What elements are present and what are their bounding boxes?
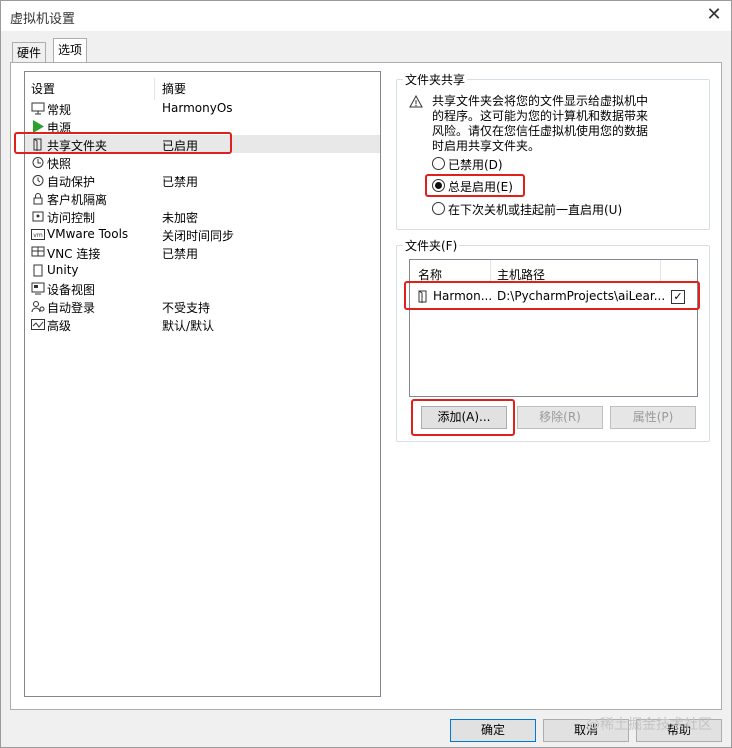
radio-label: 在下次关机或挂起前一直启用(U): [448, 203, 623, 217]
autologin-icon: [31, 301, 45, 313]
list-item-vmware-tools[interactable]: vm VMware Tools 关闭时间同步: [25, 225, 380, 243]
list-item-autoprotect[interactable]: 自动保护 已禁用: [25, 171, 380, 189]
highlight-add-button: [411, 399, 515, 436]
header-setting: 设置: [31, 82, 56, 96]
radio-dot: [432, 202, 445, 215]
item-label: 访问控制: [47, 211, 96, 225]
list-header: 设置 摘要: [25, 78, 380, 100]
list-item-snapshot[interactable]: 快照: [25, 153, 380, 171]
folder-sharing-title: 文件夹共享: [403, 71, 468, 88]
settings-list[interactable]: 设置 摘要 常规 HarmonyOs 电源 共享文件夹 已启用 快照 自动保护 …: [24, 71, 381, 697]
radio-until-poweroff[interactable]: 在下次关机或挂起前一直启用(U): [432, 201, 622, 217]
highlight-folder-row: [404, 281, 700, 310]
list-item-general[interactable]: 常规 HarmonyOs: [25, 99, 380, 117]
item-value: 已禁用: [162, 247, 199, 261]
column-separator: [660, 260, 661, 282]
access-control-icon: [32, 211, 44, 222]
highlight-shared-folders: [14, 132, 232, 154]
list-item-device-view[interactable]: 设备视图: [25, 279, 380, 297]
list-item-guest-isolation[interactable]: 客户机隔离: [25, 189, 380, 207]
snapshot-icon: [32, 157, 44, 168]
item-label: 设备视图: [47, 283, 96, 297]
item-label: Unity: [47, 263, 79, 277]
ok-button[interactable]: 确定: [450, 719, 536, 742]
warning-line: 风险。请仅在您信任虚拟机使用您的数据: [432, 124, 649, 138]
item-value: 已禁用: [162, 175, 199, 189]
item-label: 常规: [47, 103, 72, 117]
window-title: 虚拟机设置: [10, 12, 76, 27]
highlight-always-enabled: [425, 174, 525, 197]
tab-hardware[interactable]: 硬件: [12, 42, 47, 63]
list-item-advanced[interactable]: 高级 默认/默认: [25, 315, 380, 333]
list-item-vnc[interactable]: VNC 连接 已禁用: [25, 243, 380, 261]
column-separator: [490, 260, 491, 282]
tab-options[interactable]: 选项: [53, 38, 88, 63]
general-icon: [31, 102, 45, 115]
item-label: VMware Tools: [47, 227, 129, 241]
list-item-autologin[interactable]: 自动登录 不受支持: [25, 297, 380, 315]
warning-line: 的程序。这可能为您的计算机和数据带来: [432, 109, 649, 123]
close-icon[interactable]: ✕: [697, 1, 731, 31]
column-separator: [154, 78, 155, 100]
sharing-warning-text: 共享文件夹会将您的文件显示给虚拟机中 的程序。这可能为您的计算机和数据带来 风险…: [432, 94, 702, 154]
item-label: 自动登录: [47, 301, 96, 315]
item-value: 不受支持: [162, 301, 211, 315]
list-item-unity[interactable]: Unity: [25, 261, 380, 279]
item-value: 未加密: [162, 211, 199, 225]
item-label: 高级: [47, 319, 72, 333]
warning-line: 时启用共享文件夹。: [432, 139, 541, 153]
item-value: 默认/默认: [162, 319, 215, 333]
remove-folder-button[interactable]: 移除(R): [517, 406, 603, 429]
svg-text:vm: vm: [33, 232, 43, 239]
title-bar: 虚拟机设置 ✕: [1, 1, 731, 31]
radio-label: 已禁用(D): [448, 158, 503, 172]
item-value: HarmonyOs: [162, 101, 233, 115]
folders-table[interactable]: 名称 主机路径 Harmon... D:\PycharmProjects\aiL…: [409, 259, 698, 397]
radio-disabled[interactable]: 已禁用(D): [432, 156, 503, 172]
list-item-access-control[interactable]: 访问控制 未加密: [25, 207, 380, 225]
item-label: 自动保护: [47, 175, 96, 189]
vmware-tools-icon: vm: [31, 229, 45, 240]
item-label: 客户机隔离: [47, 193, 108, 207]
watermark-text: @稀土掘金技术社区: [586, 717, 712, 733]
item-label: VNC 连接: [47, 247, 101, 261]
item-label: 快照: [47, 157, 72, 171]
radio-dot: [432, 157, 445, 170]
header-summary: 摘要: [162, 82, 187, 96]
lock-icon: [33, 193, 43, 205]
item-value: 关闭时间同步: [162, 229, 235, 243]
warning-icon: [409, 95, 423, 108]
vnc-icon: [31, 246, 45, 257]
autoprotect-clock-icon: [32, 175, 44, 186]
warning-line: 共享文件夹会将您的文件显示给虚拟机中: [432, 94, 649, 108]
device-view-icon: [31, 282, 45, 295]
advanced-icon: [31, 319, 45, 330]
unity-icon: [33, 264, 43, 277]
folder-properties-button[interactable]: 属性(P): [610, 406, 696, 429]
folders-title: 文件夹(F): [403, 237, 460, 254]
